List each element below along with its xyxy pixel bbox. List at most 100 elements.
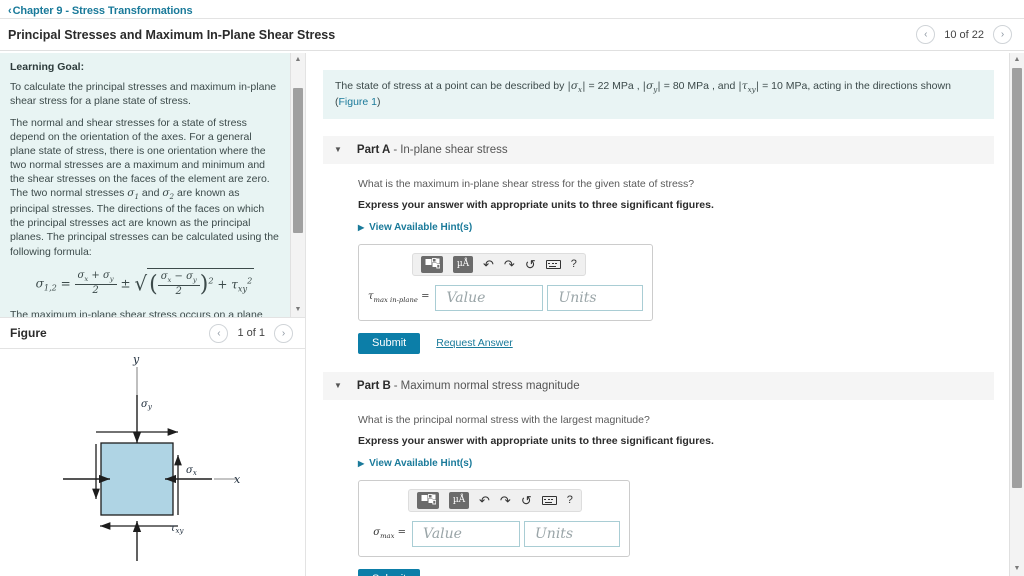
stress-element-square <box>100 442 174 516</box>
help-icon[interactable]: ? <box>571 258 577 270</box>
main-scrollbar-thumb[interactable] <box>1012 68 1022 488</box>
scroll-up-arrow-icon[interactable]: ▲ <box>291 53 305 67</box>
part-b-hints-label: View Available Hint(s) <box>369 457 473 469</box>
keyboard-icon[interactable] <box>541 495 557 505</box>
part-a-answer-subscript: max in-plane <box>373 296 418 305</box>
learning-goal-paragraph-3: The maximum in-plane shear stress occurs… <box>10 308 280 317</box>
breadcrumb-label: Chapter 9 - Stress Transformations <box>12 5 193 17</box>
units-glyph: µÅ <box>452 495 466 506</box>
pager-count-label: 10 of 22 <box>944 28 984 41</box>
figure-next-button[interactable]: › <box>274 323 293 343</box>
figure-title: Figure <box>10 326 47 340</box>
redo-icon[interactable]: ↷ <box>500 494 511 507</box>
units-icon[interactable]: µÅ <box>453 255 473 273</box>
problem-content: The state of stress at a point can be de… <box>306 70 1009 576</box>
part-a-collapse-caret-icon[interactable]: ▼ <box>334 145 342 154</box>
left-column: Learning Goal: To calculate the principa… <box>0 53 306 576</box>
reset-icon[interactable]: ↺ <box>525 258 536 271</box>
part-b-header[interactable]: ▼ Part B - Maximum normal stress magnitu… <box>323 371 994 400</box>
part-b-answer-subscript: max <box>380 532 395 541</box>
reset-icon[interactable]: ↺ <box>521 494 532 507</box>
part-b-submit-button[interactable]: Submit <box>358 568 421 576</box>
sigma-y-magnitude: |σy| <box>642 80 661 95</box>
right-column: The state of stress at a point can be de… <box>306 53 1024 576</box>
tau-xy-label: τxy <box>170 523 184 535</box>
figure-header: Figure ‹ 1 of 1 › <box>0 318 305 349</box>
part-b-answer-label: σmax = <box>368 527 406 540</box>
pager-next-button[interactable]: › <box>993 25 1012 44</box>
part-a-instruction: Express your answer with appropriate uni… <box>358 198 714 211</box>
redo-icon[interactable]: ↷ <box>504 258 515 271</box>
part-a-hints-toggle[interactable]: ▶ View Available Hint(s) <box>358 222 1009 233</box>
sigma-y-label: σy <box>141 399 153 411</box>
main-scroll-up-arrow-icon[interactable]: ▲ <box>1010 53 1024 67</box>
units-icon[interactable]: µÅ <box>449 491 469 509</box>
part-a-units-input[interactable] <box>547 284 644 311</box>
page-title: Principal Stresses and Maximum In-Plane … <box>8 27 336 42</box>
title-bar: Principal Stresses and Maximum In-Plane … <box>0 19 1024 51</box>
part-b-hints-triangle-icon: ▶ <box>358 458 365 468</box>
figure-1-link[interactable]: Figure 1 <box>339 96 378 108</box>
part-b-answer-box: µÅ ↶ ↷ ↺ ? σmax = <box>358 479 630 557</box>
figure-body: y σy x σx τxy <box>0 349 305 576</box>
part-a-request-answer-link[interactable]: Request Answer <box>436 337 512 349</box>
learning-goal-heading: Learning Goal: <box>10 61 85 73</box>
part-a-submit-button[interactable]: Submit <box>358 332 421 354</box>
sigma-x-label: σx <box>186 465 197 477</box>
pager-prev-button[interactable]: ‹ <box>916 25 936 44</box>
learning-goal-paragraph-2: The normal and shear stresses for a stat… <box>10 116 279 258</box>
part-b-question: What is the principal normal stress with… <box>358 413 650 426</box>
y-axis-label: y <box>132 353 140 366</box>
templates-glyph <box>425 258 440 269</box>
tau-xy-value: = 10 MPa <box>762 80 808 92</box>
problem-statement-banner: The state of stress at a point can be de… <box>323 70 994 119</box>
help-icon[interactable]: ? <box>567 494 573 506</box>
undo-icon[interactable]: ↶ <box>479 494 490 507</box>
sigma-x-value: = 22 MPa <box>588 80 634 92</box>
part-a-answer-box: µÅ ↶ ↷ ↺ ? τmax in-plane = <box>358 243 654 321</box>
breadcrumb-chapter-link[interactable]: ‹Chapter 9 - Stress Transformations <box>8 5 193 17</box>
part-a-input-row: τmax in-plane = <box>368 284 644 311</box>
part-b-separator: - <box>393 379 398 392</box>
learning-goal-scrollbar[interactable]: ▲ ▼ <box>290 53 305 317</box>
figure-pager: ‹ 1 of 1 › <box>209 323 293 343</box>
main-scroll-down-arrow-icon[interactable]: ▼ <box>1010 562 1024 576</box>
part-a-submit-row: Submit Request Answer <box>358 332 1009 354</box>
learning-goal-paragraph-1: To calculate the principal stresses and … <box>10 81 277 108</box>
sigma-y-value: = 80 MPa <box>663 80 710 92</box>
part-b-label: Part B <box>356 379 391 392</box>
part-a-question: What is the maximum in-plane shear stres… <box>358 177 695 190</box>
part-a-label: Part A <box>356 143 391 156</box>
scroll-down-arrow-icon[interactable]: ▼ <box>291 303 305 317</box>
part-b-description: Maximum normal stress magnitude <box>400 379 580 392</box>
templates-icon[interactable] <box>417 491 439 509</box>
part-a-header[interactable]: ▼ Part A - In-plane shear stress <box>323 135 994 164</box>
scrollbar-thumb[interactable] <box>293 88 303 233</box>
templates-icon[interactable] <box>421 255 443 273</box>
part-b-value-input[interactable] <box>412 520 520 547</box>
part-b-collapse-caret-icon[interactable]: ▼ <box>334 381 342 390</box>
figure-prev-button[interactable]: ‹ <box>209 323 229 343</box>
part-b-answer-equals: = <box>397 527 406 539</box>
part-b-hints-toggle[interactable]: ▶ View Available Hint(s) <box>358 458 1009 469</box>
part-a-hints-triangle-icon: ▶ <box>358 222 365 232</box>
learning-goal-wrapper: Learning Goal: To calculate the principa… <box>0 53 305 318</box>
statement-text-pre: The state of stress at a point can be de… <box>335 80 568 92</box>
part-a-description: In-plane shear stress <box>400 143 508 156</box>
part-b-instruction: Express your answer with appropriate uni… <box>358 434 714 447</box>
learning-goal-panel: Learning Goal: To calculate the principa… <box>0 53 290 317</box>
part-b-submit-row: Submit <box>358 568 1009 576</box>
sigma-x-magnitude: |σx| <box>567 80 586 95</box>
undo-icon[interactable]: ↶ <box>483 258 494 271</box>
part-a-answer-label: τmax in-plane = <box>368 291 429 304</box>
part-b-units-input[interactable] <box>524 520 620 547</box>
body-area: Learning Goal: To calculate the principa… <box>0 53 1024 576</box>
tau-xy-magnitude: |τxy| <box>738 80 760 95</box>
part-a-separator: - <box>393 143 398 156</box>
part-b-input-row: σmax = <box>368 520 620 547</box>
problem-pager: ‹ 10 of 22 › <box>916 25 1012 44</box>
part-a-value-input[interactable] <box>435 284 544 311</box>
keyboard-icon[interactable] <box>545 259 561 269</box>
main-scrollbar[interactable]: ▲ ▼ <box>1009 53 1024 576</box>
part-a-hints-label: View Available Hint(s) <box>369 221 473 233</box>
